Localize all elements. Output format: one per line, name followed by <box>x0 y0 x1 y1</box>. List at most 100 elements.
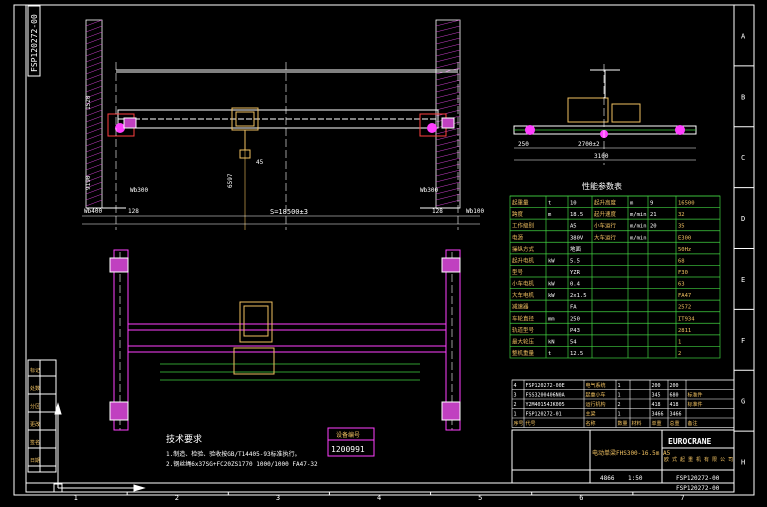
params-cell: kW <box>548 258 555 264</box>
parts-cell: 主梁 <box>586 411 596 418</box>
column-label: 1 <box>74 494 78 502</box>
parts-cell: 电气系统 <box>586 382 606 389</box>
column-label: 7 <box>680 494 684 502</box>
plan-view <box>109 249 461 431</box>
params-cell: m/min <box>630 212 647 218</box>
parts-cell: 总重 <box>670 420 680 427</box>
params-cell: 起升速度 <box>594 210 617 218</box>
company-logo: EUROCRANE <box>668 437 712 446</box>
params-cell: 32 <box>678 212 685 218</box>
parts-cell: 3466 <box>652 412 664 418</box>
row-label: F <box>741 337 745 345</box>
parts-cell: FSP120272-00E <box>526 383 565 389</box>
company-sub: 欧 式 起 重 机 有 限 公 司 <box>664 456 733 463</box>
params-cell: 操纵方式 <box>512 245 535 253</box>
params-cell: FA <box>570 305 577 311</box>
column-label: 6 <box>579 494 583 502</box>
equipment-number-box: 设备编号 1200991 <box>327 427 375 457</box>
params-cell: 减速器 <box>512 303 529 311</box>
dim-height-1: 1520 <box>85 95 92 110</box>
params-cell: kN <box>548 339 555 345</box>
parts-cell: 680 <box>670 393 679 399</box>
params-cell: 1 <box>678 339 681 345</box>
cad-drawing: 1234567 ABCDEFGH FSP120272-00 标记 处数 分区 更改 签名… <box>0 0 767 503</box>
params-cell: 跨度 <box>512 210 524 218</box>
params-cell: 地面 <box>570 245 582 253</box>
parts-cell: 代号 <box>526 420 536 427</box>
params-cell: 5.5 <box>570 258 580 264</box>
drawing-number-top-text: FSP120272-00 <box>30 14 39 72</box>
params-cell: A5 <box>570 224 577 230</box>
row-label: E <box>741 276 745 284</box>
ucs-icon <box>53 402 146 493</box>
revision-label: 处数 <box>30 385 40 392</box>
parts-cell: 单重 <box>652 420 662 427</box>
params-cell: 电源 <box>512 233 524 241</box>
params-cell: 小车运行 <box>594 222 617 230</box>
params-cell: E300 <box>678 235 691 241</box>
column-label: 5 <box>478 494 482 502</box>
column-label: 4 <box>377 494 381 502</box>
params-cell: 2x1.5 <box>570 293 587 299</box>
row-label: H <box>741 459 745 467</box>
stamp-label: 设备编号 <box>336 431 360 439</box>
parts-cell: 418 <box>652 402 661 408</box>
dim-hook: 6597 <box>227 173 234 188</box>
params-title: 性能参数表 <box>582 181 622 191</box>
revision-label: 签名 <box>30 439 40 446</box>
parts-cell: 序号 <box>514 420 524 427</box>
params-cell: 12.5 <box>570 351 583 357</box>
parts-cell: 起重小车 <box>586 392 606 399</box>
title-dwg-no: FSP120272-00 <box>676 475 720 482</box>
parts-cell: 数量 <box>618 420 628 427</box>
params-cell: 20 <box>650 224 657 230</box>
params-cell: t <box>548 201 551 207</box>
parts-cell: 3466 <box>670 412 682 418</box>
params-cell: kW <box>548 282 555 288</box>
column-labels: 1 2 3 4 5 6 7 <box>74 492 685 502</box>
params-cell: F30 <box>678 270 688 276</box>
parts-cell: 运行机构 <box>586 401 606 408</box>
params-cell: m <box>630 201 634 207</box>
plan-hoist <box>233 301 275 375</box>
params-cell: FA47 <box>678 293 691 299</box>
params-cell: 35 <box>678 224 685 230</box>
params-cell: 大车运行 <box>594 233 617 241</box>
params-cell: 最大轮压 <box>512 337 535 345</box>
params-cell: 起重量 <box>512 199 529 207</box>
params-cell: 大车电机 <box>512 291 535 299</box>
product-name: 电动单梁FHS300-16.5m A5 <box>592 449 671 457</box>
title-scale: 1:50 <box>628 475 643 482</box>
parts-cell: 1 <box>618 383 621 389</box>
parts-cell: 名称 <box>586 420 596 427</box>
parts-cell: 418 <box>670 402 679 408</box>
params-cell: 小车电机 <box>512 280 535 288</box>
parts-cell: FSS3200406N0A <box>526 393 565 399</box>
parts-cell: 200 <box>652 383 661 389</box>
drawing-number-bottom: FSP120272-00 <box>676 485 720 492</box>
params-cell: 2 <box>678 351 681 357</box>
params-cell: 起升高度 <box>594 199 617 207</box>
params-cell: P43 <box>570 328 580 334</box>
front-elevation: S=18500±3 Wb300 Wb300 Wb400 Wb100 128 12… <box>82 19 484 230</box>
stamp-number: 1200991 <box>331 445 365 454</box>
params-cell: m <box>548 212 552 218</box>
revision-label: 标记 <box>30 367 40 374</box>
row-label: G <box>741 398 745 406</box>
parts-cell: 2 <box>514 402 517 408</box>
params-cell: 起升电机 <box>512 256 535 264</box>
params-cell: kW <box>548 293 555 299</box>
params-cell: 50Hz <box>678 247 691 253</box>
params-cell: 250 <box>570 316 580 322</box>
row-label: B <box>741 93 745 101</box>
revision-label: 日期 <box>30 458 40 464</box>
revision-label: 更改 <box>30 421 40 428</box>
dim-left-small: 128 <box>128 208 139 215</box>
parts-cell: 材料 <box>632 420 642 427</box>
drawing-canvas: 1234567 ABCDEFGH FSP120272-00 标记处数分区更改签名… <box>13 4 755 502</box>
dim-height-2: 9190 <box>85 175 92 190</box>
params-cell: 54 <box>570 339 577 345</box>
title-weight: 4866 <box>600 475 615 482</box>
dim-right-small: 128 <box>432 208 443 215</box>
dim-left-approach: Wb400 <box>84 208 102 215</box>
